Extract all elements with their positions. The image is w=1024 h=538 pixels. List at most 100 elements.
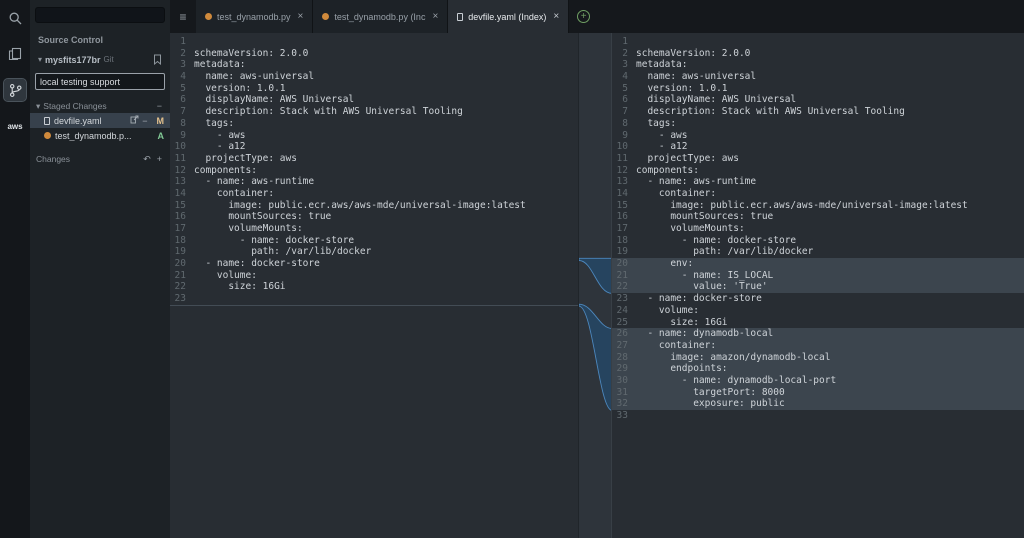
diff-connector-curve [579,304,612,410]
code-line[interactable]: 18 - name: docker-store [612,235,1024,247]
code-line[interactable]: 5 version: 1.0.1 [612,83,1024,95]
code-line[interactable]: 28 image: amazon/dynamodb-local [612,352,1024,364]
line-number: 5 [612,83,636,95]
changes-header[interactable]: Changes ↶ + [30,152,170,166]
code-line[interactable]: 18 - name: docker-store [170,235,578,247]
code-line[interactable]: 15 image: public.ecr.aws/aws-mde/univers… [612,200,1024,212]
repository-row[interactable]: ▾ mysfits177br Git [30,54,170,65]
code-line[interactable]: 5 version: 1.0.1 [170,83,578,95]
new-tab-button[interactable]: + [577,10,590,23]
aws-toolkit-icon[interactable]: aws [4,115,26,137]
code-line[interactable]: 19 path: /var/lib/docker [170,246,578,258]
code-line[interactable]: 17 volumeMounts: [612,223,1024,235]
code-line[interactable]: 12components: [170,165,578,177]
staged-file-row[interactable]: test_dynamodb.p...A [30,128,170,143]
code-line[interactable]: 11 projectType: aws [612,153,1024,165]
code-line[interactable]: 8 tags: [612,118,1024,130]
tab-2[interactable]: test_dynamodb.py (Inc× [313,0,448,33]
code-line[interactable]: 8 tags: [170,118,578,130]
code-line[interactable]: 2schemaVersion: 2.0.0 [170,48,578,60]
diff-gutter-strip[interactable] [578,33,611,538]
code-line[interactable]: 32 exposure: public [612,398,1024,410]
code-line[interactable]: 23 - name: docker-store [612,293,1024,305]
code-line[interactable]: 3metadata: [170,59,578,71]
line-text: version: 1.0.1 [636,83,728,95]
code-line[interactable]: 19 path: /var/lib/docker [612,246,1024,258]
line-number: 9 [612,130,636,142]
source-control-icon[interactable] [4,79,26,101]
tabs-container: test_dynamodb.py×test_dynamodb.py (Inc×d… [196,0,569,33]
code-line[interactable]: 9 - aws [170,130,578,142]
code-line[interactable]: 33 [612,410,1024,422]
tab-3[interactable]: devfile.yaml (Index)× [448,0,569,33]
line-number: 1 [170,36,194,48]
code-line[interactable]: 12components: [612,165,1024,177]
search-icon[interactable] [4,7,26,29]
diff-connector-curve [579,258,612,293]
open-file-icon[interactable] [130,115,139,126]
line-number: 18 [612,235,636,247]
code-line[interactable]: 7 description: Stack with AWS Universal … [170,106,578,118]
code-line[interactable]: 6 displayName: AWS Universal [170,94,578,106]
line-number: 25 [612,317,636,329]
code-line[interactable]: 20 - name: docker-store [170,258,578,270]
code-line[interactable]: 27 container: [612,340,1024,352]
code-line[interactable]: 14 container: [170,188,578,200]
code-line[interactable]: 13 - name: aws-runtime [612,176,1024,188]
code-line[interactable]: 22 value: 'True' [612,281,1024,293]
code-line[interactable]: 7 description: Stack with AWS Universal … [612,106,1024,118]
code-line[interactable]: 26 - name: dynamodb-local [612,328,1024,340]
code-line[interactable]: 17 volumeMounts: [170,223,578,235]
code-line[interactable]: 9 - aws [612,130,1024,142]
code-line[interactable]: 1 [612,36,1024,48]
code-line[interactable]: 10 - a12 [612,141,1024,153]
stage-all-icon[interactable]: + [157,154,162,164]
file-file-icon [44,117,50,125]
line-number: 22 [612,281,636,293]
line-text: projectType: aws [636,153,739,165]
aws-logo-text: aws [7,122,22,131]
code-line[interactable]: 21 - name: IS_LOCAL [612,270,1024,282]
close-icon[interactable]: × [298,11,304,22]
code-line[interactable]: 22 size: 16Gi [170,281,578,293]
code-line[interactable]: 25 size: 16Gi [612,317,1024,329]
code-line[interactable]: 29 endpoints: [612,363,1024,375]
code-line[interactable]: 4 name: aws-universal [612,71,1024,83]
code-line[interactable]: 2schemaVersion: 2.0.0 [612,48,1024,60]
code-line[interactable]: 16 mountSources: true [612,211,1024,223]
staged-file-row[interactable]: devfile.yaml−M [30,113,170,128]
commit-message-input[interactable] [35,73,165,90]
tab-1[interactable]: test_dynamodb.py× [196,0,313,33]
line-text: - aws [194,130,245,142]
code-line[interactable]: 30 - name: dynamodb-local-port [612,375,1024,387]
menu-icon[interactable]: ≡ [170,0,196,33]
code-line[interactable]: 15 image: public.ecr.aws/aws-mde/univers… [170,200,578,212]
discard-all-icon[interactable]: ↶ [143,154,151,165]
line-text: exposure: public [636,398,785,410]
unstage-icon[interactable]: − [142,116,147,126]
line-number: 12 [612,165,636,177]
line-text: schemaVersion: 2.0.0 [636,48,750,60]
code-line[interactable]: 23 [170,293,578,305]
explorer-icon[interactable] [4,43,26,65]
line-text: volume: [636,305,699,317]
code-line[interactable]: 10 - a12 [170,141,578,153]
close-icon[interactable]: × [432,11,438,22]
code-line[interactable]: 4 name: aws-universal [170,71,578,83]
code-line[interactable]: 20 env: [612,258,1024,270]
unstage-all-icon[interactable]: − [157,101,162,111]
code-line[interactable]: 14 container: [612,188,1024,200]
code-line[interactable]: 31 targetPort: 8000 [612,387,1024,399]
line-number: 19 [612,246,636,258]
close-icon[interactable]: × [553,11,559,22]
code-line[interactable]: 3metadata: [612,59,1024,71]
code-line[interactable]: 11 projectType: aws [170,153,578,165]
code-line[interactable]: 13 - name: aws-runtime [170,176,578,188]
code-line[interactable]: 6 displayName: AWS Universal [612,94,1024,106]
code-line[interactable]: 21 volume: [170,270,578,282]
sidebar-top-input[interactable] [35,7,165,23]
code-line[interactable]: 16 mountSources: true [170,211,578,223]
code-line[interactable]: 24 volume: [612,305,1024,317]
code-line[interactable]: 1 [170,36,578,48]
staged-changes-header[interactable]: ▾ Staged Changes − [30,99,170,113]
